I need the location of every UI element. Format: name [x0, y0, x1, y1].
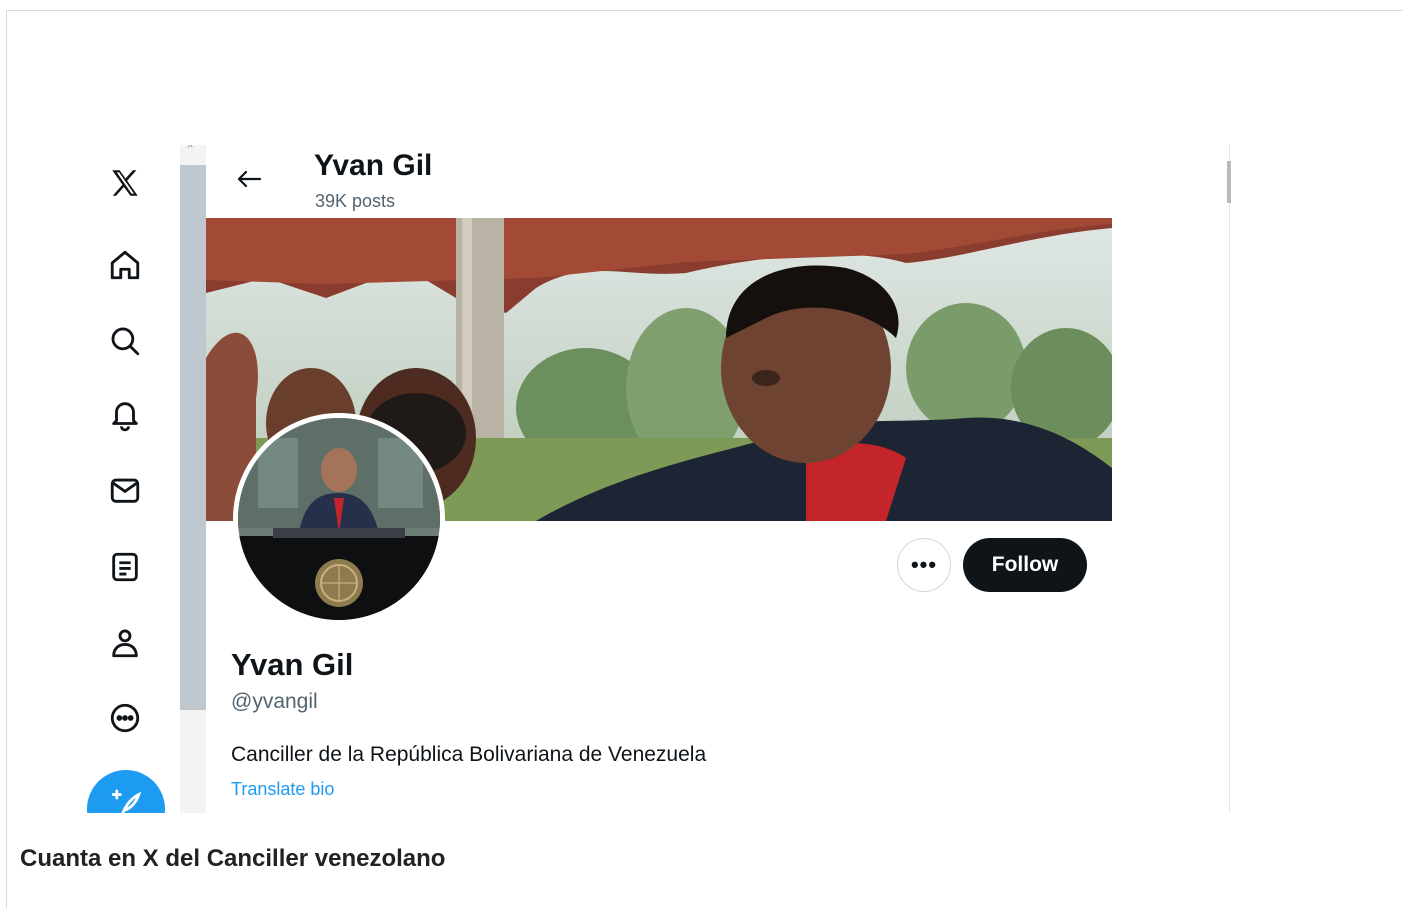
- compose-icon: [111, 789, 142, 813]
- screenshot: ^ Yvan Gil 39K posts ••• Follow Yvan Gil…: [70, 145, 1240, 813]
- follow-button[interactable]: Follow: [963, 538, 1087, 592]
- lists-icon[interactable]: [100, 547, 150, 587]
- scroll-up-icon[interactable]: ^: [188, 145, 193, 154]
- profile-display-name: Yvan Gil: [231, 647, 354, 682]
- compose-button[interactable]: [87, 770, 165, 813]
- avatar[interactable]: [233, 413, 445, 625]
- profile-bio: Canciller de la República Bolivariana de…: [231, 743, 707, 766]
- more-options-button[interactable]: •••: [897, 538, 951, 592]
- left-nav: [70, 145, 180, 813]
- back-arrow-icon[interactable]: [234, 167, 264, 191]
- x-logo-icon[interactable]: [100, 163, 150, 203]
- profile-icon[interactable]: [100, 623, 150, 663]
- profile-handle: @yvangil: [231, 690, 318, 713]
- messages-icon[interactable]: [100, 470, 150, 510]
- figure-caption: Cuanta en X del Canciller venezolano: [20, 845, 446, 872]
- right-scrollbar-track: [1229, 145, 1230, 813]
- home-icon[interactable]: [100, 245, 150, 285]
- profile-header: Yvan Gil 39K posts: [206, 145, 1112, 218]
- right-scrollbar-thumb[interactable]: [1227, 161, 1231, 203]
- header-posts-count: 39K posts: [315, 191, 396, 211]
- header-name: Yvan Gil: [314, 149, 433, 182]
- translate-bio-link[interactable]: Translate bio: [231, 779, 334, 800]
- more-icon[interactable]: [100, 698, 150, 738]
- search-icon[interactable]: [100, 321, 150, 361]
- scrollbar-thumb[interactable]: [180, 165, 206, 710]
- profile-column: Yvan Gil 39K posts ••• Follow Yvan Gil @…: [206, 145, 1112, 813]
- notifications-icon[interactable]: [100, 395, 150, 435]
